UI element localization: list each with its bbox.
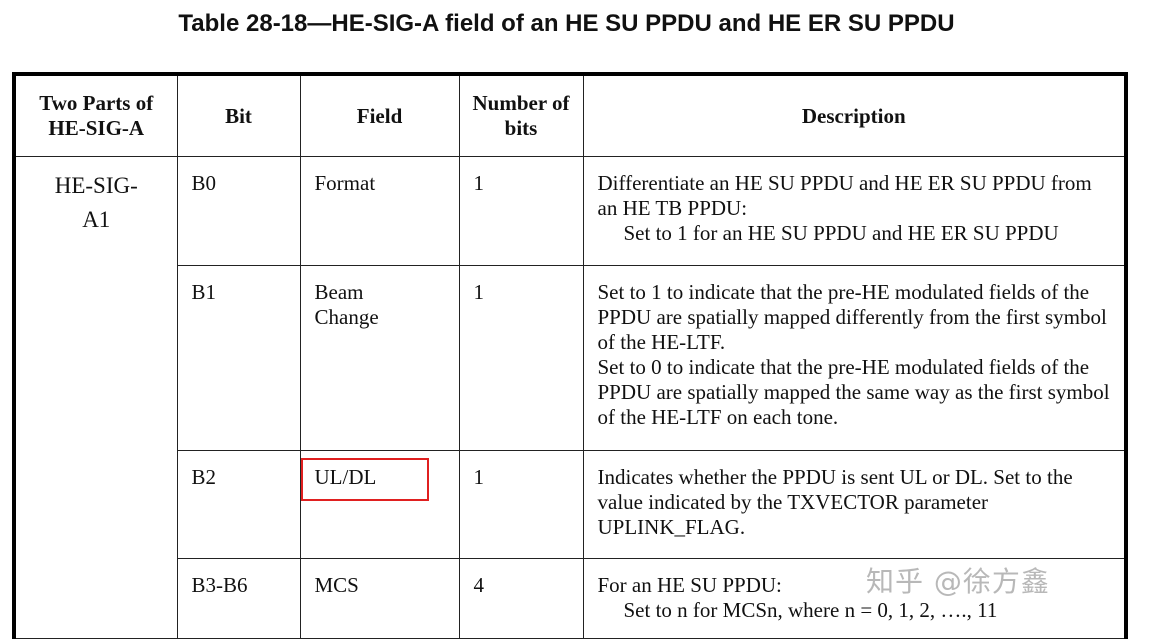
bit-cell: B1 xyxy=(176,265,301,451)
description-text: Set to 0 to indicate that the pre-HE mod… xyxy=(597,355,1110,429)
table-caption: Table 28-18—HE-SIG-A field of an HE SU P… xyxy=(178,10,955,37)
description-cell: Indicates whether the PPDU is sent UL or… xyxy=(582,450,1127,559)
description-text: Indicates whether the PPDU is sent UL or… xyxy=(597,465,1073,539)
watermark: 知乎 @徐方鑫 xyxy=(866,565,1050,598)
field-cell: MCS xyxy=(299,558,460,639)
nbits-cell: 1 xyxy=(458,450,584,559)
header-field: Field xyxy=(299,73,460,157)
table-row: HE-SIG-A1 B0 Format 1 Differentiate an H… xyxy=(13,156,1127,639)
field-cell: Beam Change xyxy=(299,265,460,451)
description-text: Set to n for MCSn, where n = 0, 1, 2, ….… xyxy=(623,598,998,622)
description-text: Set to 1 for an HE SU PPDU and HE ER SU … xyxy=(623,221,1059,245)
description-text: Set to 1 to indicate that the pre-HE mod… xyxy=(597,280,1107,354)
header-description: Description xyxy=(582,73,1127,157)
nbits-cell: 1 xyxy=(458,156,584,266)
table-row: B2 UL/DL 1 Indicates whether the PPDU is… xyxy=(14,450,1127,559)
header-parts: Two Parts of HE-SIG-A xyxy=(13,73,178,157)
header-bit: Bit xyxy=(176,73,301,157)
table-row: B1 Beam Change 1 Set to 1 to indicate th… xyxy=(14,265,1127,451)
nbits-cell: 4 xyxy=(458,558,584,639)
highlight-box xyxy=(301,458,429,501)
description-cell: Set to 1 to indicate that the pre-HE mod… xyxy=(582,265,1127,451)
description-text: Differentiate an HE SU PPDU and HE ER SU… xyxy=(597,171,1092,220)
part-cell: HE-SIG-A1 xyxy=(13,156,178,639)
nbits-cell: 1 xyxy=(458,265,584,451)
bit-cell: B3-B6 xyxy=(176,558,301,639)
bit-cell: B0 xyxy=(176,156,301,266)
field-cell: Format xyxy=(299,156,460,266)
header-nbits: Number of bits xyxy=(458,73,584,157)
description-cell: Differentiate an HE SU PPDU and HE ER SU… xyxy=(582,156,1127,266)
header-row: Two Parts of HE-SIG-A Bit Field Number o… xyxy=(13,73,1127,157)
bit-cell: B2 xyxy=(176,450,301,559)
he-sig-a-table: Two Parts of HE-SIG-A Bit Field Number o… xyxy=(12,72,1128,639)
